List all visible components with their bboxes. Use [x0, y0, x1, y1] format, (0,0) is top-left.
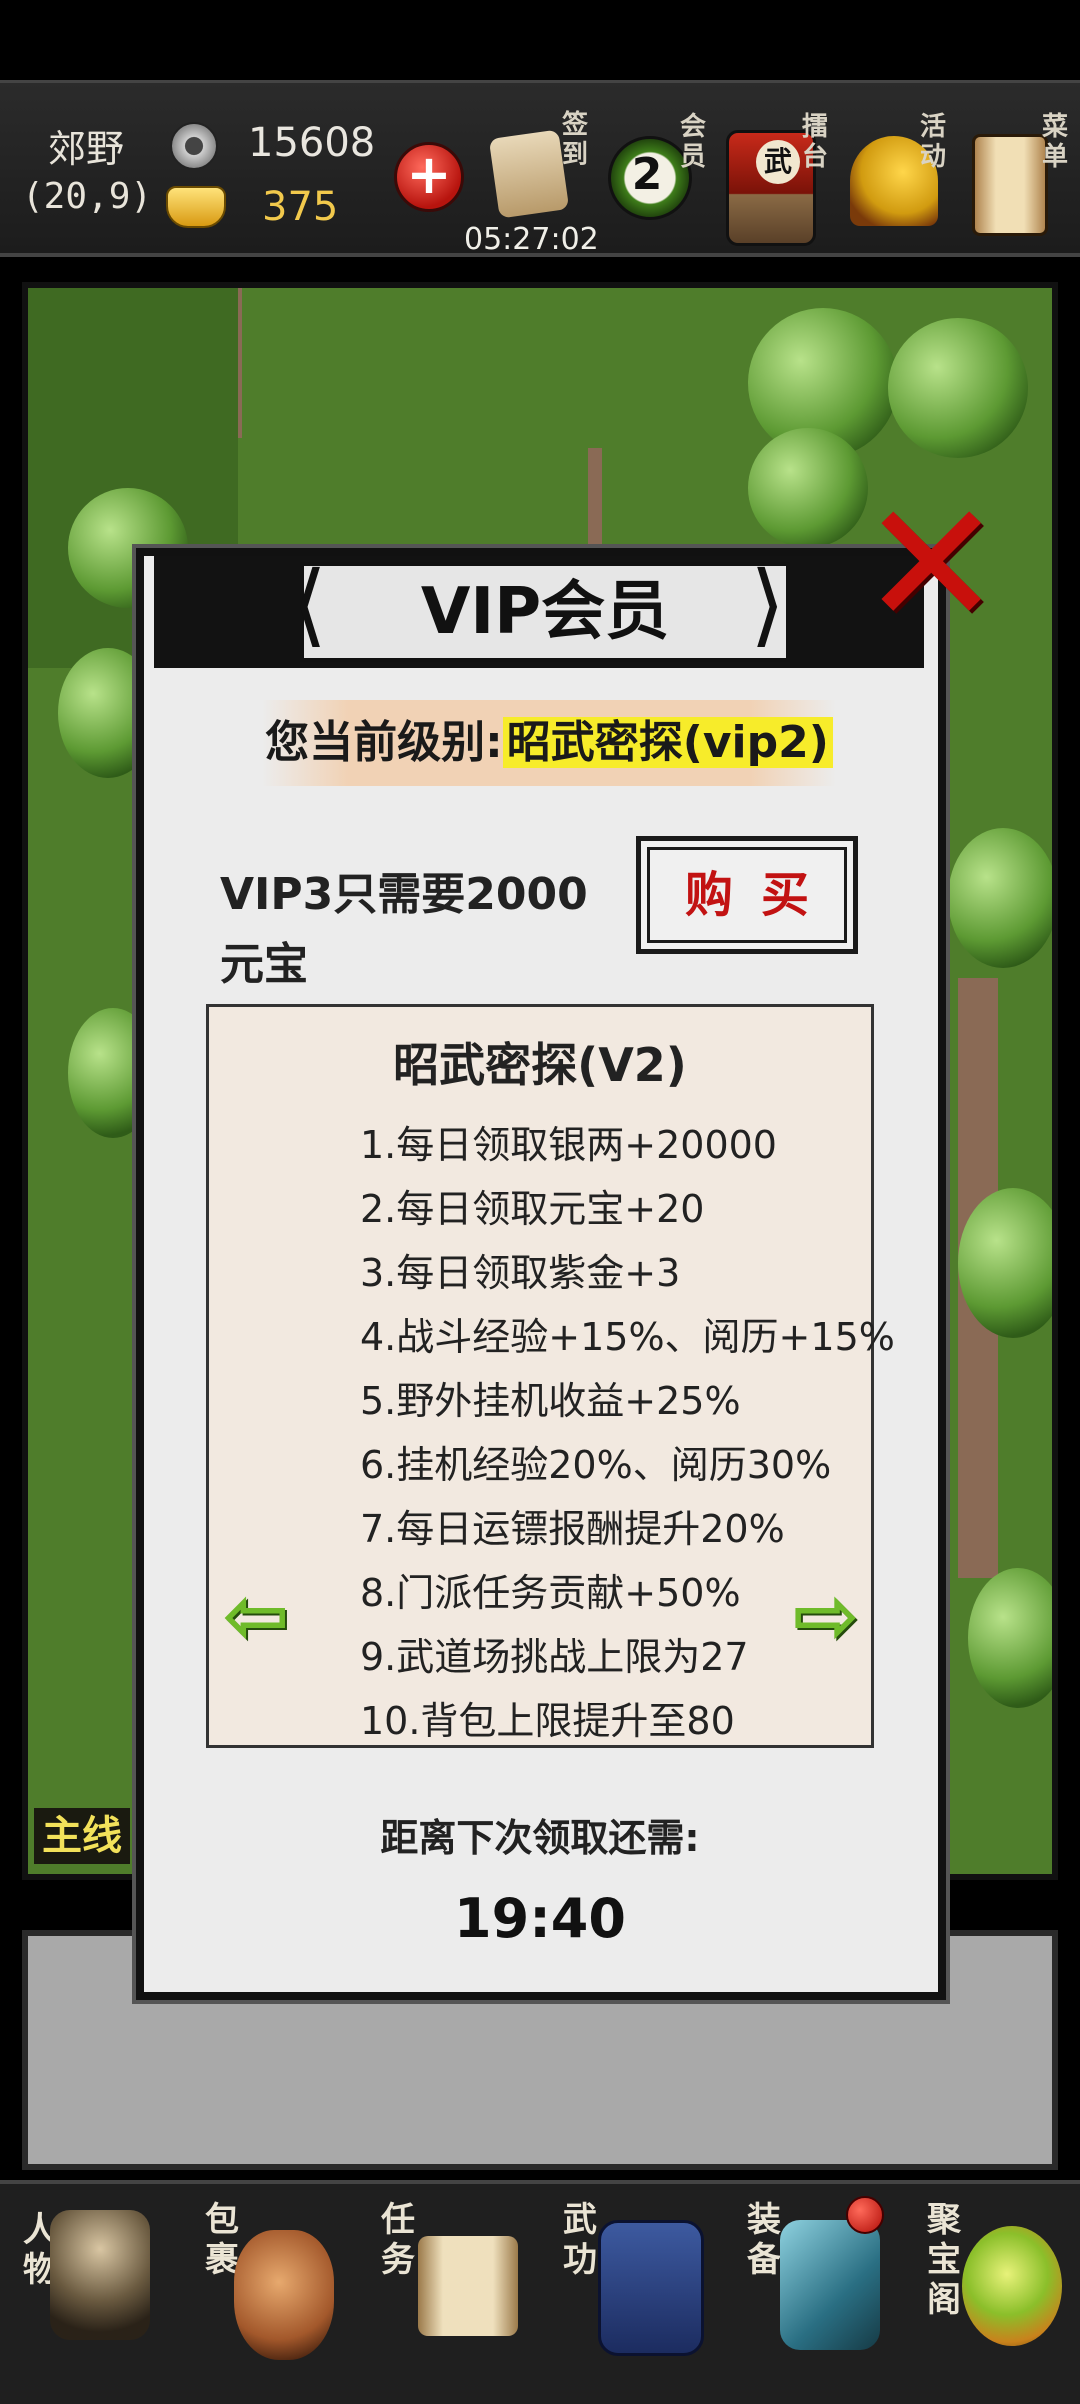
close-icon[interactable]: ✕	[860, 480, 1002, 650]
bag-pouch-icon[interactable]	[234, 2230, 334, 2360]
current-level-value: 昭武密探(vip2)	[502, 717, 833, 768]
character-portrait-icon[interactable]	[50, 2210, 150, 2340]
recharge-plus-button[interactable]: +	[394, 142, 464, 212]
benefit-item: 6.挂机经验20%、阅历30%	[360, 1443, 832, 1487]
player-coordinates: (20,9)	[22, 176, 153, 217]
menu-label[interactable]: 菜单	[1040, 112, 1070, 172]
vip-label[interactable]: 会员	[678, 112, 708, 172]
task-scroll-icon[interactable]	[418, 2236, 518, 2336]
vip-badge-level: 2	[631, 149, 663, 200]
sign-in-label[interactable]: 签到	[560, 110, 590, 170]
next-claim-label: 距离下次领取还需:	[380, 1816, 700, 1860]
equipment-sword-icon[interactable]	[780, 2220, 880, 2350]
benefit-item: 5.野外挂机收益+25%	[360, 1379, 741, 1423]
silver-coin-icon	[170, 122, 218, 170]
benefit-item: 10.背包上限提升至80	[360, 1699, 735, 1743]
nav-treasure-label[interactable]: 聚宝阁	[924, 2200, 964, 2320]
benefit-item: 1.每日领取银两+20000	[360, 1123, 777, 1167]
bottom-navigation	[0, 2180, 1080, 2404]
arena-icon-text: 武	[756, 140, 800, 184]
player-name: 郊野	[48, 127, 125, 171]
next-tier-arrow-icon[interactable]: ⇨	[786, 1576, 866, 1656]
nav-equipment-label[interactable]: 装备	[744, 2200, 784, 2280]
benefit-item: 4.战斗经验+15%、阅历+15%	[360, 1315, 895, 1359]
current-level-prefix: 您当前级别:	[265, 717, 503, 768]
next-claim-countdown: 19:40	[454, 1887, 626, 1950]
sign-in-scroll-icon[interactable]	[488, 129, 570, 219]
vip-modal-title: VIP会员	[420, 575, 670, 649]
benefit-item: 2.每日领取元宝+20	[360, 1187, 705, 1231]
sign-in-timer: 05:27:02	[464, 222, 599, 257]
treasure-pavilion-icon[interactable]	[962, 2226, 1062, 2346]
benefit-item: 3.每日领取紫金+3	[360, 1251, 681, 1295]
benefit-item: 7.每日运镖报酬提升20%	[360, 1507, 785, 1551]
benefit-item: 8.门派任务贡献+50%	[360, 1571, 741, 1615]
events-label[interactable]: 活动	[918, 112, 948, 172]
buy-button-label[interactable]: 购买	[636, 836, 858, 954]
silver-amount: 15608	[248, 120, 376, 166]
martial-book-icon[interactable]	[598, 2220, 704, 2356]
upgrade-requirement-text: VIP3只需要2000元宝	[220, 869, 588, 990]
system-status-bar	[0, 0, 1080, 80]
benefit-tier-title: 昭武密探(V2)	[393, 1038, 687, 1092]
menu-scroll-icon[interactable]	[972, 134, 1048, 236]
arena-label[interactable]: 擂台	[800, 112, 830, 172]
nav-tasks-label[interactable]: 任务	[378, 2200, 418, 2280]
nav-martial-label[interactable]: 武功	[560, 2200, 600, 2280]
current-level-text: 您当前级别:昭武密探(vip2)	[262, 700, 836, 786]
gold-ingot-icon	[166, 186, 226, 228]
equipment-notification-dot	[846, 2196, 884, 2234]
prev-tier-arrow-icon[interactable]: ⇦	[216, 1576, 296, 1656]
main-quest-tag[interactable]: 主线	[34, 1808, 130, 1864]
gold-amount: 375	[262, 184, 339, 230]
benefit-item: 9.武道场挑战上限为27	[360, 1635, 749, 1679]
